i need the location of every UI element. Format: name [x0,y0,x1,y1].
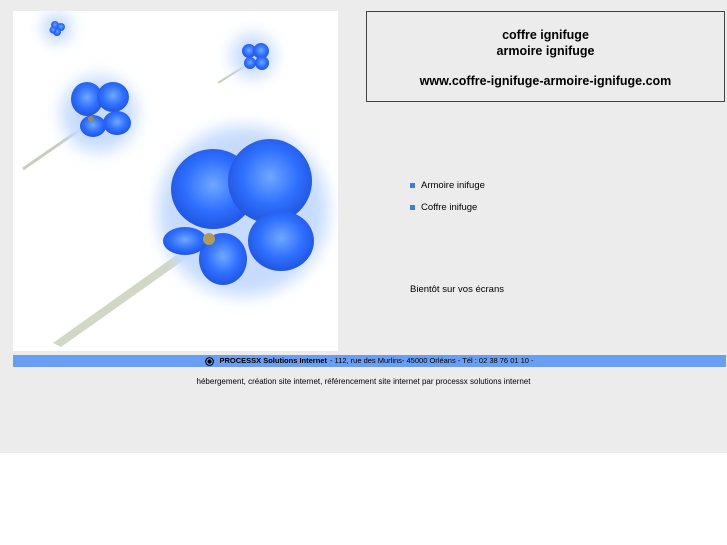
nav-links: Armoire inifuge Coffre inifuge [410,174,485,218]
coming-soon-text: Bientôt sur vos écrans [410,284,504,295]
seo-footer-text: hébergement, création site internet, réf… [196,377,531,386]
company-address: - 112, rue des Murlins- 45000 Orléans - … [329,356,534,365]
site-title-box: coffre ignifuge armoire ignifuge www.cof… [366,11,725,102]
company-name: PROCESSX Solutions Internet [219,356,327,365]
title-line-coffre: coffre ignifuge [502,28,589,42]
nav-item-armoire: Armoire inifuge [410,174,485,196]
site-url: www.coffre-ignifuge-armoire-ignifuge.com [419,74,672,88]
bullseye-icon [205,356,215,366]
link-coffre-inifuge[interactable]: Coffre inifuge [421,202,477,213]
square-bullet-icon [410,204,415,210]
footer-contact-bar: PROCESSX Solutions Internet - 112, rue d… [13,355,726,367]
hero-flower-image [13,11,338,351]
link-armoire-inifuge[interactable]: Armoire inifuge [421,180,485,191]
nav-item-coffre: Coffre inifuge [410,196,485,218]
square-bullet-icon [410,182,415,188]
title-line-armoire: armoire ignifuge [496,44,595,58]
